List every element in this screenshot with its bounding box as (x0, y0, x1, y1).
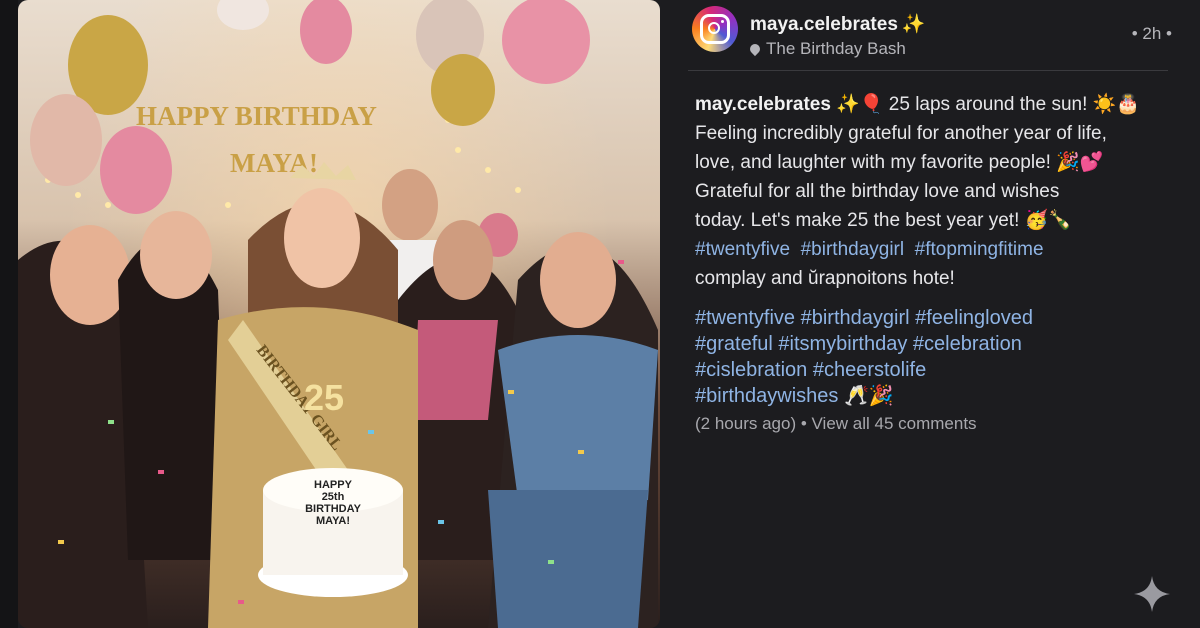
location[interactable]: The Birthday Bash (747, 39, 906, 59)
cake-line1: HAPPY (314, 479, 353, 491)
hashtags-line-3[interactable]: #cislebration #cheerstolife (695, 357, 1165, 383)
hashtags-line-1[interactable]: #twentyfive #birthdaygirl #feelingloved (695, 305, 1165, 331)
banner: HAPPY BIRTHDAY MAYA! (136, 101, 377, 178)
cake-line2: 25th (322, 491, 345, 503)
banner-line1: HAPPY BIRTHDAY (136, 101, 377, 131)
username[interactable]: maya.celebrates ✨ (750, 12, 926, 36)
cake-line4: MAYA! (316, 515, 350, 527)
post-photo[interactable]: HAPPY BIRTHDAY MAYA! BIRTHDAY GIRL 25 HA… (18, 0, 660, 628)
post-time: • 2h • (1131, 24, 1172, 43)
caption-line-5: today. Let's make 25 the best year yet! … (695, 210, 1072, 231)
caption-text-1: ✨🎈 25 laps around the sun! ☀️🎂 (830, 94, 1140, 115)
post-details: maya.celebrates ✨ The Birthday Bash • 2h … (660, 0, 1200, 628)
location-text[interactable]: The Birthday Bash (766, 39, 906, 59)
caption: may.celebrates ✨🎈 25 laps around the sun… (695, 90, 1165, 293)
hashtags: #twentyfive #birthdaygirl #feelingloved … (695, 305, 1165, 409)
hashtag-birthdaywishes[interactable]: #birthdaywishes (695, 385, 838, 407)
caption-line-7: complay and ŭrapnoitons hote! (695, 268, 955, 289)
hashtag-link[interactable]: #birthdaygirl (801, 239, 905, 260)
caption-line-1: may.celebrates ✨🎈 25 laps around the sun… (695, 90, 1165, 119)
caption-line-2: Feeling incredibly grateful for another … (695, 123, 1107, 144)
sparkle-emoji: ✨ (901, 14, 926, 35)
caption-line-4: Grateful for all the birthday love and w… (695, 181, 1060, 202)
hashtag-link[interactable]: #ftopmingfitime (915, 239, 1044, 260)
camera-glyph (700, 14, 730, 44)
username-text[interactable]: maya.celebrates (750, 14, 898, 35)
header-divider (688, 70, 1168, 71)
map-pin-icon (747, 41, 763, 57)
hashtags-line-2[interactable]: #grateful #itsmybirthday #celebration (695, 331, 1165, 357)
caption-inline-tags: #twentyfive #birthdaygirl #ftopmingfitim… (695, 235, 1165, 264)
caption-line-3: love, and laughter with my favorite peop… (695, 152, 1104, 173)
left-edge (0, 0, 18, 628)
instagram-logo-icon[interactable] (692, 6, 738, 52)
candle-number: 25 (304, 377, 344, 418)
hashtags-emoji: 🥂🎉 (843, 385, 894, 407)
hashtag-link[interactable]: #twentyfive (695, 239, 790, 260)
post-header: maya.celebrates ✨ The Birthday Bash • 2h … (692, 6, 1172, 58)
party-scene: HAPPY BIRTHDAY MAYA! BIRTHDAY GIRL 25 HA… (18, 0, 658, 628)
post-meta[interactable]: (2 hours ago) • View all 45 comments (695, 414, 977, 434)
hashtags-line-4: #birthdaywishes 🥂🎉 (695, 383, 1165, 409)
caption-author[interactable]: may.celebrates (695, 94, 831, 115)
cake-line3: BIRTHDAY (305, 503, 361, 515)
sparkle-icon (1134, 576, 1170, 612)
